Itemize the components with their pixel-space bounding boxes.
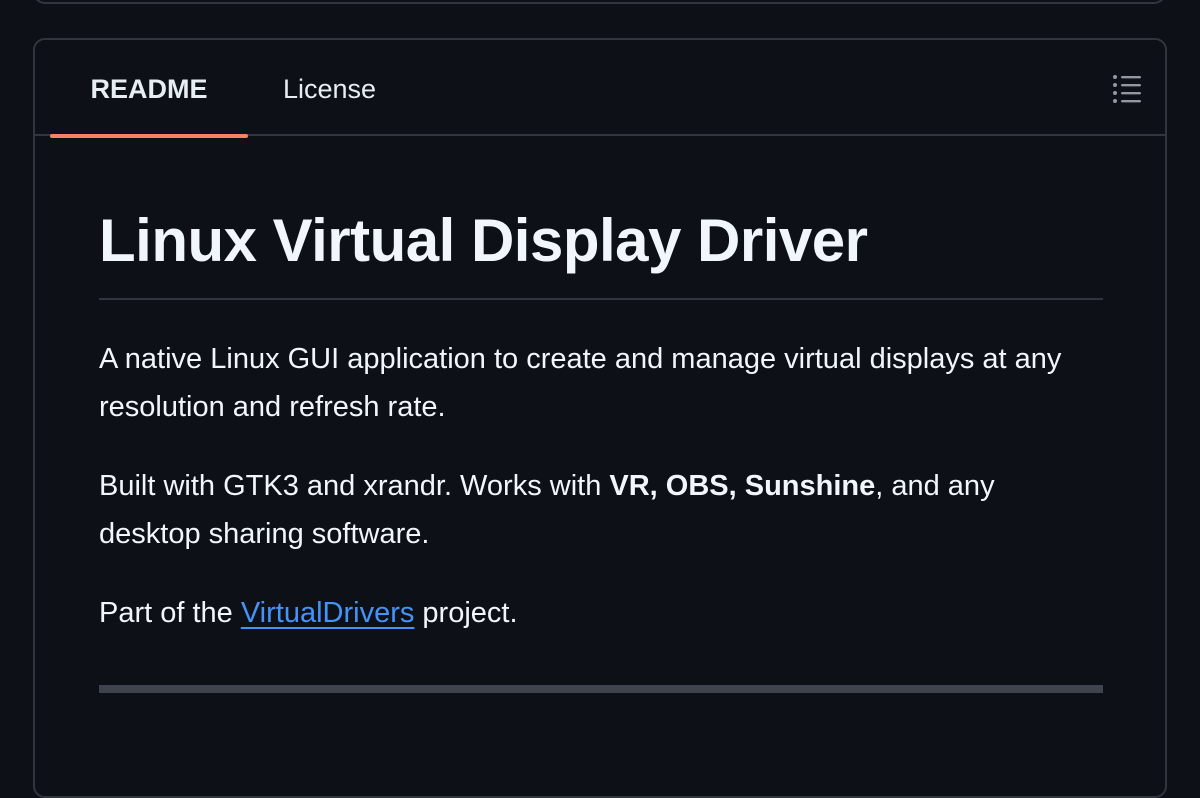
part-of-prefix: Part of the bbox=[99, 597, 241, 629]
built-with-paragraph: Built with GTK3 and xrandr. Works with V… bbox=[99, 462, 1103, 558]
readme-title: Linux Virtual Display Driver bbox=[99, 207, 868, 274]
readme-tab-bar: README License bbox=[35, 40, 1165, 138]
tab-license-label: License bbox=[283, 74, 377, 104]
intro-paragraph: A native Linux GUI application to create… bbox=[99, 343, 1062, 423]
tab-readme[interactable]: README bbox=[50, 40, 248, 138]
part-of-suffix: project. bbox=[414, 597, 518, 629]
built-with-prefix: Built with GTK3 and xrandr. Works with bbox=[99, 470, 610, 502]
title-divider bbox=[99, 298, 1103, 300]
part-of-paragraph: Part of the VirtualDrivers project. bbox=[99, 589, 1103, 637]
tab-readme-label: README bbox=[90, 74, 208, 104]
tab-license[interactable]: License bbox=[283, 40, 376, 136]
previous-panel bbox=[33, 0, 1166, 4]
virtualdrivers-link[interactable]: VirtualDrivers bbox=[241, 597, 415, 629]
readme-panel: README License Linux Virtual Display Dri… bbox=[33, 38, 1167, 798]
list-outline-icon bbox=[1113, 75, 1141, 103]
horizontal-rule bbox=[99, 685, 1103, 693]
readme-content: Linux Virtual Display Driver A native Li… bbox=[99, 136, 1103, 693]
built-with-bold: VR, OBS, Sunshine bbox=[609, 470, 876, 502]
outline-button[interactable] bbox=[1111, 70, 1147, 106]
